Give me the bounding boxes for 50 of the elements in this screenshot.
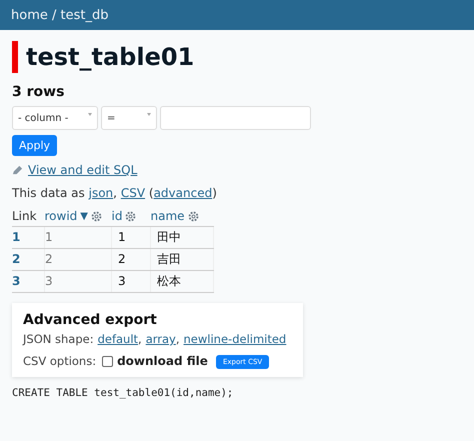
- row-link[interactable]: 3: [12, 274, 20, 288]
- sort-indicator: ▼: [80, 210, 88, 224]
- apply-button[interactable]: Apply: [12, 135, 58, 156]
- data-as-label: This data as: [12, 185, 85, 201]
- json-shape-link[interactable]: array: [146, 332, 176, 347]
- filter-value-field[interactable]: [160, 106, 311, 130]
- row-count: 3 rows: [12, 83, 66, 101]
- comma: ,: [138, 332, 142, 347]
- settings-icon[interactable]: [90, 211, 102, 222]
- breadcrumb[interactable]: home / test_db: [11, 8, 108, 22]
- sql-code: CREATE TABLE test_table01(id,name);: [12, 387, 234, 399]
- operator-select[interactable]: =: [101, 106, 157, 130]
- caret-icon: [147, 113, 151, 116]
- checkbox-label: download file: [117, 354, 208, 369]
- panel-title: Advanced export: [23, 311, 158, 329]
- table-cell: 2: [45, 252, 53, 266]
- settings-icon[interactable]: [188, 211, 199, 222]
- title-accent-bar: [12, 41, 18, 73]
- table-cell: 吉田: [157, 252, 181, 266]
- page-title: test_table01: [26, 42, 194, 72]
- paren: ): [212, 185, 217, 201]
- settings-icon[interactable]: [125, 211, 136, 222]
- column-header-link[interactable]: id: [112, 209, 122, 224]
- table-cell: 田中: [157, 230, 181, 244]
- column-select[interactable]: - column -: [12, 106, 98, 130]
- advanced-link[interactable]: advanced: [154, 185, 212, 201]
- paren: (: [148, 185, 154, 201]
- table-cell: 松本: [157, 274, 181, 288]
- json-shape-link[interactable]: default: [98, 332, 138, 347]
- row-link[interactable]: 2: [12, 252, 20, 266]
- view-sql-link[interactable]: View and edit SQL: [28, 162, 138, 178]
- column-header: Link: [12, 209, 37, 224]
- table-cell: 1: [45, 230, 53, 244]
- comma: ,: [113, 185, 117, 201]
- json-shape-link[interactable]: newline-delimited: [184, 332, 286, 347]
- table-cell: 2: [118, 252, 126, 266]
- pencil-icon: [12, 164, 23, 176]
- csv-options-label: CSV options:: [23, 354, 96, 369]
- row-link[interactable]: 1: [12, 230, 20, 244]
- column-header-link[interactable]: rowid: [44, 209, 78, 224]
- checkbox[interactable]: [102, 356, 114, 367]
- json-link[interactable]: json: [88, 185, 114, 201]
- column-header-link[interactable]: name: [150, 209, 185, 224]
- json-shape-label: JSON shape:: [23, 332, 94, 347]
- comma: ,: [176, 332, 180, 347]
- table-cell: 1: [118, 230, 126, 244]
- table-cell: 3: [45, 274, 53, 288]
- caret-icon: [88, 113, 92, 116]
- table-cell: 3: [118, 274, 126, 288]
- csv-link[interactable]: CSV: [120, 185, 146, 201]
